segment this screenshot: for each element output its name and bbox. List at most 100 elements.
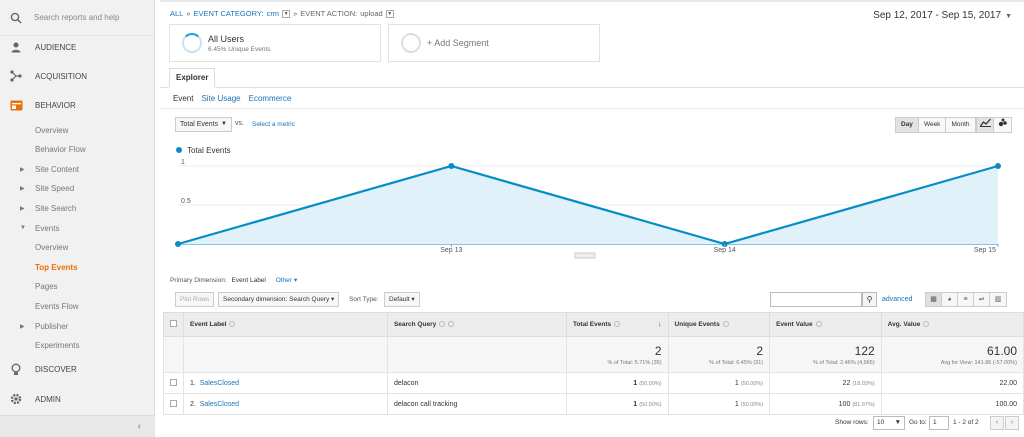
next-page-button[interactable]: › [1005, 416, 1019, 430]
row-select[interactable] [163, 372, 184, 394]
cell-avg-value: 22.00 [880, 372, 1024, 394]
sidebar-item-behavior-flow[interactable]: Behavior Flow [0, 139, 155, 159]
event-label-link[interactable]: SalesClosed [200, 401, 239, 408]
metric-selector[interactable]: Total Events ▼ [175, 117, 232, 132]
sort-type-select[interactable]: Default ▾ [384, 292, 420, 307]
remove-dimension-icon[interactable] [448, 321, 455, 328]
cell-value: 100 [838, 400, 851, 408]
add-segment-button[interactable]: + Add Segment [388, 24, 600, 62]
chevron-down-icon: ▼ [221, 121, 227, 127]
tab-explorer[interactable]: Explorer [169, 68, 216, 88]
totals-value: 61.00 [986, 343, 1017, 358]
secondary-dimension-select[interactable]: Secondary dimension: Search Query ▾ [218, 292, 340, 307]
totals-event-value: 122% of Total: 2.46% (4,965) [769, 336, 882, 373]
subtab-site-usage[interactable]: Site Usage [201, 94, 240, 103]
breadcrumb-event-category-label[interactable]: EVENT CATEGORY: [194, 9, 264, 18]
select-a-metric-link[interactable]: Select a metric [252, 121, 295, 128]
header-search-query[interactable]: Search Query [386, 312, 567, 337]
prev-page-button[interactable]: ‹ [990, 416, 1004, 430]
sidebar-item-overview[interactable]: Overview [0, 120, 155, 140]
gear-icon [9, 392, 23, 406]
sidebar-collapse-button[interactable]: ‹ [0, 415, 155, 437]
motion-chart-icon[interactable] [994, 118, 1011, 132]
checkbox[interactable] [170, 378, 177, 386]
checkbox[interactable] [170, 320, 177, 327]
sidebar-item-site-speed[interactable]: ▶ Site Speed [0, 178, 155, 198]
sort-type-value: Default [389, 296, 410, 303]
sidebar-item-events-overview[interactable]: Overview [0, 237, 155, 257]
pie-chart-icon[interactable]: ◕ [942, 293, 958, 306]
comparison-icon[interactable]: ⇌ [974, 293, 990, 306]
help-icon[interactable] [229, 321, 236, 328]
chart-point[interactable] [175, 241, 181, 247]
sidebar-item-acquisition[interactable]: ACQUISITION [0, 66, 155, 86]
row-select[interactable] [163, 393, 184, 415]
breadcrumb-event-category-value[interactable]: crm [267, 9, 280, 18]
month-button[interactable]: Month [946, 118, 975, 132]
header-text: Event Value [776, 321, 813, 328]
pivot-icon[interactable]: ▥ [990, 293, 1006, 306]
chart-point[interactable] [995, 163, 1001, 169]
subtab-ecommerce[interactable]: Ecommerce [249, 94, 292, 103]
help-icon[interactable] [815, 321, 822, 328]
cell-value: 22 [842, 379, 851, 387]
performance-icon[interactable]: ≡ [958, 293, 974, 306]
help-icon[interactable] [923, 321, 930, 328]
segment-all-users[interactable]: All Users 6.45% Unique Events [169, 24, 381, 62]
data-table-icon[interactable]: ▦ [926, 293, 942, 306]
sidebar-item-audience[interactable]: AUDIENCE [0, 37, 155, 57]
sidebar-item-site-search[interactable]: ▶ Site Search [0, 198, 155, 218]
header-unique-events[interactable]: Unique Events [667, 312, 771, 337]
caret-right-icon: ▶ [20, 166, 25, 173]
divider [160, 108, 1024, 109]
sidebar-item-publisher[interactable]: ▶ Publisher [0, 316, 155, 336]
sidebar-item-pages[interactable]: Pages [0, 276, 155, 296]
help-icon[interactable] [722, 321, 729, 328]
sidebar-item-admin[interactable]: ADMIN [0, 389, 155, 409]
sidebar-item-events[interactable]: ▼ Events [0, 218, 155, 238]
search-icon[interactable]: ⚲ [862, 292, 877, 307]
show-rows-select[interactable]: 10 ▼ [873, 416, 905, 430]
sidebar-item-discover[interactable]: DISCOVER [0, 359, 155, 379]
line-chart-icon[interactable] [977, 118, 994, 132]
chart-resize-handle[interactable] [574, 252, 596, 259]
primary-dimension-other[interactable]: Other [276, 277, 292, 284]
caret-down-icon: ▼ [20, 225, 26, 231]
header-avg-value[interactable]: Avg. Value [880, 312, 1024, 337]
header-total-events[interactable]: Total Events ↓ [565, 312, 669, 337]
week-button[interactable]: Week [918, 118, 947, 132]
sidebar-item-site-content[interactable]: ▶ Site Content [0, 159, 155, 179]
breadcrumb-all[interactable]: ALL [170, 9, 183, 18]
sidebar-search[interactable]: Search reports and help [0, 0, 154, 36]
chevron-down-icon[interactable]: ▼ [385, 9, 394, 18]
subtab-event[interactable]: Event [173, 94, 193, 103]
acquisition-icon [9, 69, 23, 83]
day-button[interactable]: Day [896, 118, 919, 132]
cell-event-label: 2. SalesClosed [183, 393, 388, 415]
event-label-link[interactable]: SalesClosed [200, 380, 239, 387]
advanced-filter-link[interactable]: advanced [882, 296, 912, 303]
sidebar-item-behavior[interactable]: BEHAVIOR [0, 95, 155, 115]
table-search-input[interactable] [770, 292, 862, 307]
chevron-down-icon: ▼ [894, 419, 901, 426]
chevron-down-icon[interactable]: ▼ [282, 9, 291, 18]
header-event-value[interactable]: Event Value [769, 312, 882, 337]
goto-label: Go to: [909, 419, 927, 426]
header-event-label[interactable]: Event Label [183, 312, 388, 337]
sidebar-item-experiments[interactable]: Experiments [0, 335, 155, 355]
help-icon[interactable] [614, 321, 621, 328]
sidebar-item-events-flow[interactable]: Events Flow [0, 296, 155, 316]
checkbox[interactable] [170, 399, 177, 407]
chart-point[interactable] [448, 163, 455, 169]
help-icon[interactable] [439, 321, 446, 328]
header-select-all[interactable] [163, 312, 184, 337]
lightbulb-icon [9, 362, 23, 376]
sidebar-item-top-events[interactable]: Top Events [0, 257, 155, 277]
caret-right-icon: ▶ [20, 185, 25, 192]
goto-input[interactable]: 1 [929, 416, 949, 430]
totals-unique-events: 2% of Total: 6.45% (31) [667, 336, 771, 373]
plot-rows-button[interactable]: Plot Rows [175, 292, 215, 307]
totals-empty [183, 336, 388, 373]
cell-avg-value: 100.00 [880, 393, 1024, 415]
date-range-picker[interactable]: Sep 12, 2017 - Sep 15, 2017 ▼ [873, 10, 1012, 21]
